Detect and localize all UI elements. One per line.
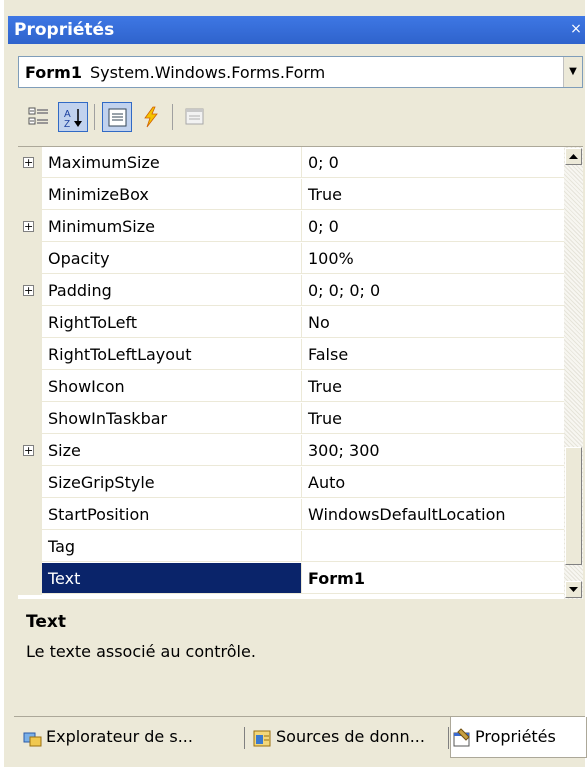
events-lightning-icon: [144, 106, 158, 128]
property-name: RightToLeft: [42, 307, 302, 338]
property-value[interactable]: True: [302, 371, 564, 402]
title-bar: Propriétés ×: [8, 16, 585, 44]
property-value[interactable]: No: [302, 307, 564, 338]
vertical-scrollbar[interactable]: [564, 147, 583, 599]
scroll-thumb[interactable]: [565, 447, 582, 565]
toolbar-separator: [172, 104, 173, 130]
chevron-up-icon: [569, 154, 578, 159]
property-value[interactable]: 0; 0: [302, 147, 564, 178]
property-value[interactable]: 100%: [302, 243, 564, 274]
property-name: MinimizeBox: [42, 179, 302, 210]
categorized-button[interactable]: [24, 102, 54, 132]
object-name: Form1: [25, 63, 82, 82]
description-title: Text: [26, 612, 66, 632]
property-name: RightToLeftLayout: [42, 339, 302, 370]
property-row[interactable]: ShowInTaskbar True: [18, 403, 564, 435]
property-value[interactable]: 0; 0: [302, 211, 564, 242]
properties-icon: [108, 108, 127, 127]
tab-separator: [448, 727, 449, 749]
alphabetical-button[interactable]: A Z: [58, 102, 88, 132]
property-row[interactable]: ShowIcon True: [18, 371, 564, 403]
property-row[interactable]: MinimizeBox True: [18, 179, 564, 211]
tab-label: Explorateur de s...: [46, 727, 193, 746]
property-name: Text: [42, 563, 302, 594]
tab-label: Propriétés: [475, 727, 556, 746]
tab-properties[interactable]: Propriétés: [450, 717, 587, 758]
expand-icon[interactable]: +: [23, 157, 34, 168]
chevron-down-icon: [569, 587, 578, 592]
property-pages-button[interactable]: [180, 102, 210, 132]
property-row[interactable]: Opacity 100%: [18, 243, 564, 275]
property-value[interactable]: 300; 300: [302, 435, 564, 466]
property-row[interactable]: + MaximumSize 0; 0: [18, 147, 564, 179]
property-row-selected[interactable]: Text Form1: [18, 563, 564, 595]
properties-button[interactable]: [102, 102, 132, 132]
alphabetical-icon: A Z: [64, 109, 82, 129]
object-selector[interactable]: Form1 System.Windows.Forms.Form ▼: [18, 56, 583, 88]
toolbar-separator: [94, 104, 95, 130]
property-row[interactable]: + MinimumSize 0; 0: [18, 211, 564, 243]
property-row[interactable]: RightToLeftLayout False: [18, 339, 564, 371]
solution-explorer-icon: [23, 732, 42, 746]
tool-window-tabs: Explorateur de s... Sources de donn... P…: [14, 716, 587, 759]
property-value[interactable]: 0; 0; 0; 0: [302, 275, 564, 306]
tab-data-sources[interactable]: Sources de donn...: [252, 717, 425, 757]
events-button[interactable]: [136, 102, 166, 132]
property-name: Tag: [42, 531, 302, 562]
property-name: MaximumSize: [42, 147, 302, 178]
expand-icon[interactable]: +: [23, 445, 34, 456]
tab-separator: [244, 727, 245, 749]
tab-solution-explorer[interactable]: Explorateur de s...: [22, 717, 193, 757]
property-row[interactable]: + Padding 0; 0; 0; 0: [18, 275, 564, 307]
property-value[interactable]: False: [302, 339, 564, 370]
property-name: SizeGripStyle: [42, 467, 302, 498]
property-grid: + MaximumSize 0; 0 MinimizeBox True + Mi…: [18, 146, 583, 599]
property-name: ShowInTaskbar: [42, 403, 302, 434]
toolbar: A Z: [18, 96, 583, 140]
chevron-down-icon[interactable]: ▼: [563, 57, 582, 87]
properties-window-icon: [453, 727, 470, 746]
close-icon[interactable]: ×: [569, 22, 583, 36]
object-type: System.Windows.Forms.Form: [89, 63, 326, 82]
scroll-down-button[interactable]: [565, 581, 582, 598]
expand-icon[interactable]: +: [23, 221, 34, 232]
property-name: ShowIcon: [42, 371, 302, 402]
property-value[interactable]: Auto: [302, 467, 564, 498]
scroll-up-button[interactable]: [565, 148, 582, 165]
property-name: Opacity: [42, 243, 302, 274]
property-value[interactable]: Form1: [302, 563, 564, 594]
property-name: StartPosition: [42, 499, 302, 530]
property-row[interactable]: + Size 300; 300: [18, 435, 564, 467]
property-value[interactable]: [302, 531, 564, 562]
svg-text:Z: Z: [64, 119, 70, 129]
categorized-icon: [28, 107, 48, 125]
description-text: Le texte associé au contrôle.: [26, 642, 256, 661]
description-panel: Text Le texte associé au contrôle.: [18, 604, 583, 700]
property-value[interactable]: True: [302, 403, 564, 434]
property-pages-icon: [185, 108, 204, 125]
property-name: MinimumSize: [42, 211, 302, 242]
property-row[interactable]: Tag: [18, 531, 564, 563]
expand-icon[interactable]: +: [23, 285, 34, 296]
property-name: Size: [42, 435, 302, 466]
property-value[interactable]: True: [302, 179, 564, 210]
property-value[interactable]: WindowsDefaultLocation: [302, 499, 564, 530]
window-title: Propriétés: [14, 20, 115, 40]
property-row[interactable]: StartPosition WindowsDefaultLocation: [18, 499, 564, 531]
data-sources-icon: [253, 730, 271, 746]
property-row[interactable]: RightToLeft No: [18, 307, 564, 339]
property-name: Padding: [42, 275, 302, 306]
tab-label: Sources de donn...: [276, 727, 425, 746]
property-row[interactable]: SizeGripStyle Auto: [18, 467, 564, 499]
